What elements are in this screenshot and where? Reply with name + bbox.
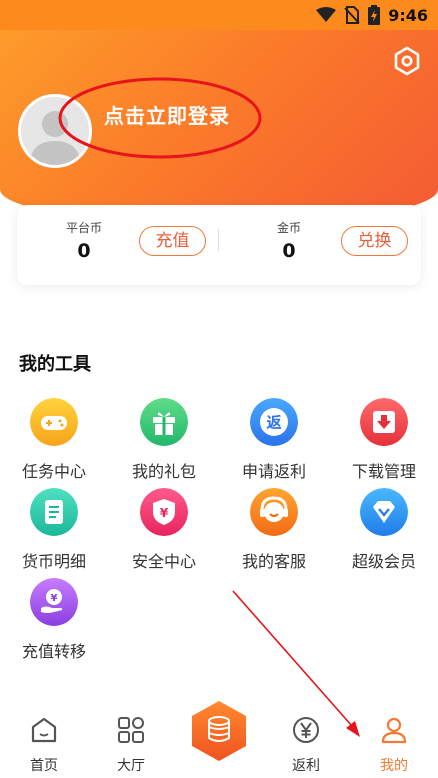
rebate-glyph: 返 (266, 414, 281, 432)
tool-apply-rebate[interactable]: 返 申请返利 (226, 398, 322, 486)
login-link[interactable]: 点击立即登录 (104, 100, 230, 129)
gift-icon (140, 398, 188, 446)
nav-mine[interactable]: 我的 (354, 705, 434, 778)
battery-charging-icon (368, 5, 381, 25)
tool-super-vip[interactable]: 超级会员 (336, 488, 432, 576)
nav-label: 返利 (292, 758, 320, 774)
nav-home[interactable]: 首页 (4, 705, 84, 778)
shield-icon: ¥ (140, 488, 188, 536)
recharge-button[interactable]: 充值 (139, 226, 206, 256)
tool-label: 充值转移 (21, 642, 86, 661)
gamepad-icon (30, 398, 78, 446)
default-avatar-icon (21, 97, 89, 165)
headset-icon (250, 488, 298, 536)
tool-label: 申请返利 (241, 462, 306, 481)
center-coins-button[interactable] (190, 700, 248, 762)
tool-download-manager[interactable]: 下载管理 (336, 398, 432, 486)
platform-coin-label: 平台币 (65, 221, 102, 235)
hand-coin-icon: ¥ (30, 578, 78, 626)
balance-card: 平台币 0 充值 金币 0 兑换 (17, 205, 421, 285)
status-bar: 9:46 (0, 0, 438, 30)
settings-button[interactable] (392, 46, 422, 76)
nav-hall[interactable]: 大厅 (91, 705, 171, 778)
nav-label: 首页 (30, 758, 58, 774)
tool-task-center[interactable]: 任务中心 (6, 398, 102, 486)
document-icon (30, 488, 78, 536)
yen-glyph: ¥ (160, 506, 169, 520)
diamond-icon (360, 488, 408, 536)
tool-label: 货币明细 (21, 552, 86, 571)
tool-label: 任务中心 (21, 462, 86, 481)
grid-icon (118, 717, 144, 743)
gold-coin-value: 0 (282, 240, 296, 262)
gold-coin-balance: 金币 0 (249, 219, 329, 262)
tool-label: 我的客服 (241, 552, 306, 571)
exchange-button[interactable]: 兑换 (341, 226, 408, 256)
avatar[interactable] (18, 94, 92, 168)
tool-my-gifts[interactable]: 我的礼包 (116, 398, 212, 486)
yen-circle-icon (293, 717, 319, 743)
coins-icon (192, 701, 246, 761)
nav-label: 大厅 (117, 758, 145, 774)
nav-rebate[interactable]: 返利 (266, 705, 346, 778)
rebate-icon: 返 (250, 398, 298, 446)
no-sim-icon (344, 6, 360, 24)
download-icon (360, 398, 408, 446)
balance-divider (218, 229, 219, 251)
wifi-icon (316, 7, 337, 22)
tool-label: 安全中心 (131, 552, 196, 571)
platform-coin-value: 0 (77, 240, 91, 262)
yen-glyph: ¥ (51, 593, 58, 604)
tool-security-center[interactable]: ¥ 安全中心 (116, 488, 212, 576)
status-time: 9:46 (388, 5, 428, 25)
tools-section-title: 我的工具 (19, 354, 91, 375)
user-icon (381, 717, 407, 744)
tool-customer-service[interactable]: 我的客服 (226, 488, 322, 576)
home-icon (31, 717, 57, 743)
tool-label: 下载管理 (351, 462, 416, 481)
tool-currency-details[interactable]: 货币明细 (6, 488, 102, 576)
tool-recharge-transfer[interactable]: ¥ 充值转移 (6, 578, 102, 666)
gold-coin-label: 金币 (276, 221, 301, 235)
settings-hexagon-icon (394, 46, 420, 76)
nav-label: 我的 (380, 758, 408, 774)
tool-label: 超级会员 (351, 552, 416, 571)
tool-label: 我的礼包 (131, 462, 196, 481)
platform-coin-balance: 平台币 0 (44, 219, 124, 262)
